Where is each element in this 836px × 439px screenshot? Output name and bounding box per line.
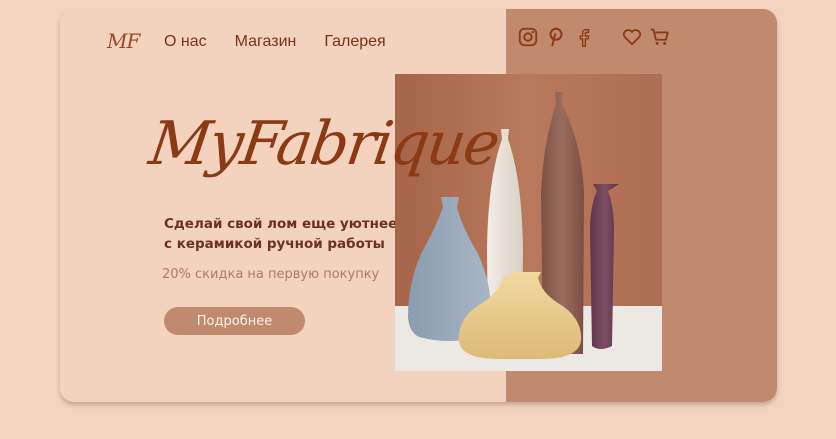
more-button[interactable]: Подробнее: [164, 307, 305, 335]
nav-item-shop[interactable]: Магазин: [235, 33, 297, 51]
site-logo[interactable]: MF: [107, 29, 140, 53]
discount-text: 20% скидка на первую покупку: [162, 267, 380, 282]
hero-card: MF О нас Магазин Галерея MyFabrique Сдел…: [60, 9, 777, 402]
hero-tagline: Сделай свой лом еще уютнее с керамикой р…: [164, 216, 398, 252]
heart-icon[interactable]: [621, 26, 643, 48]
main-nav: О нас Магазин Галерея: [164, 33, 386, 51]
instagram-icon[interactable]: [517, 26, 539, 48]
brand-title: MyFabrique: [145, 109, 503, 179]
pinterest-icon[interactable]: [545, 26, 567, 48]
nav-item-about[interactable]: О нас: [164, 33, 207, 51]
facebook-icon[interactable]: [573, 26, 595, 48]
header-icons: [517, 26, 677, 48]
nav-item-gallery[interactable]: Галерея: [324, 33, 385, 51]
cart-icon[interactable]: [649, 26, 671, 48]
